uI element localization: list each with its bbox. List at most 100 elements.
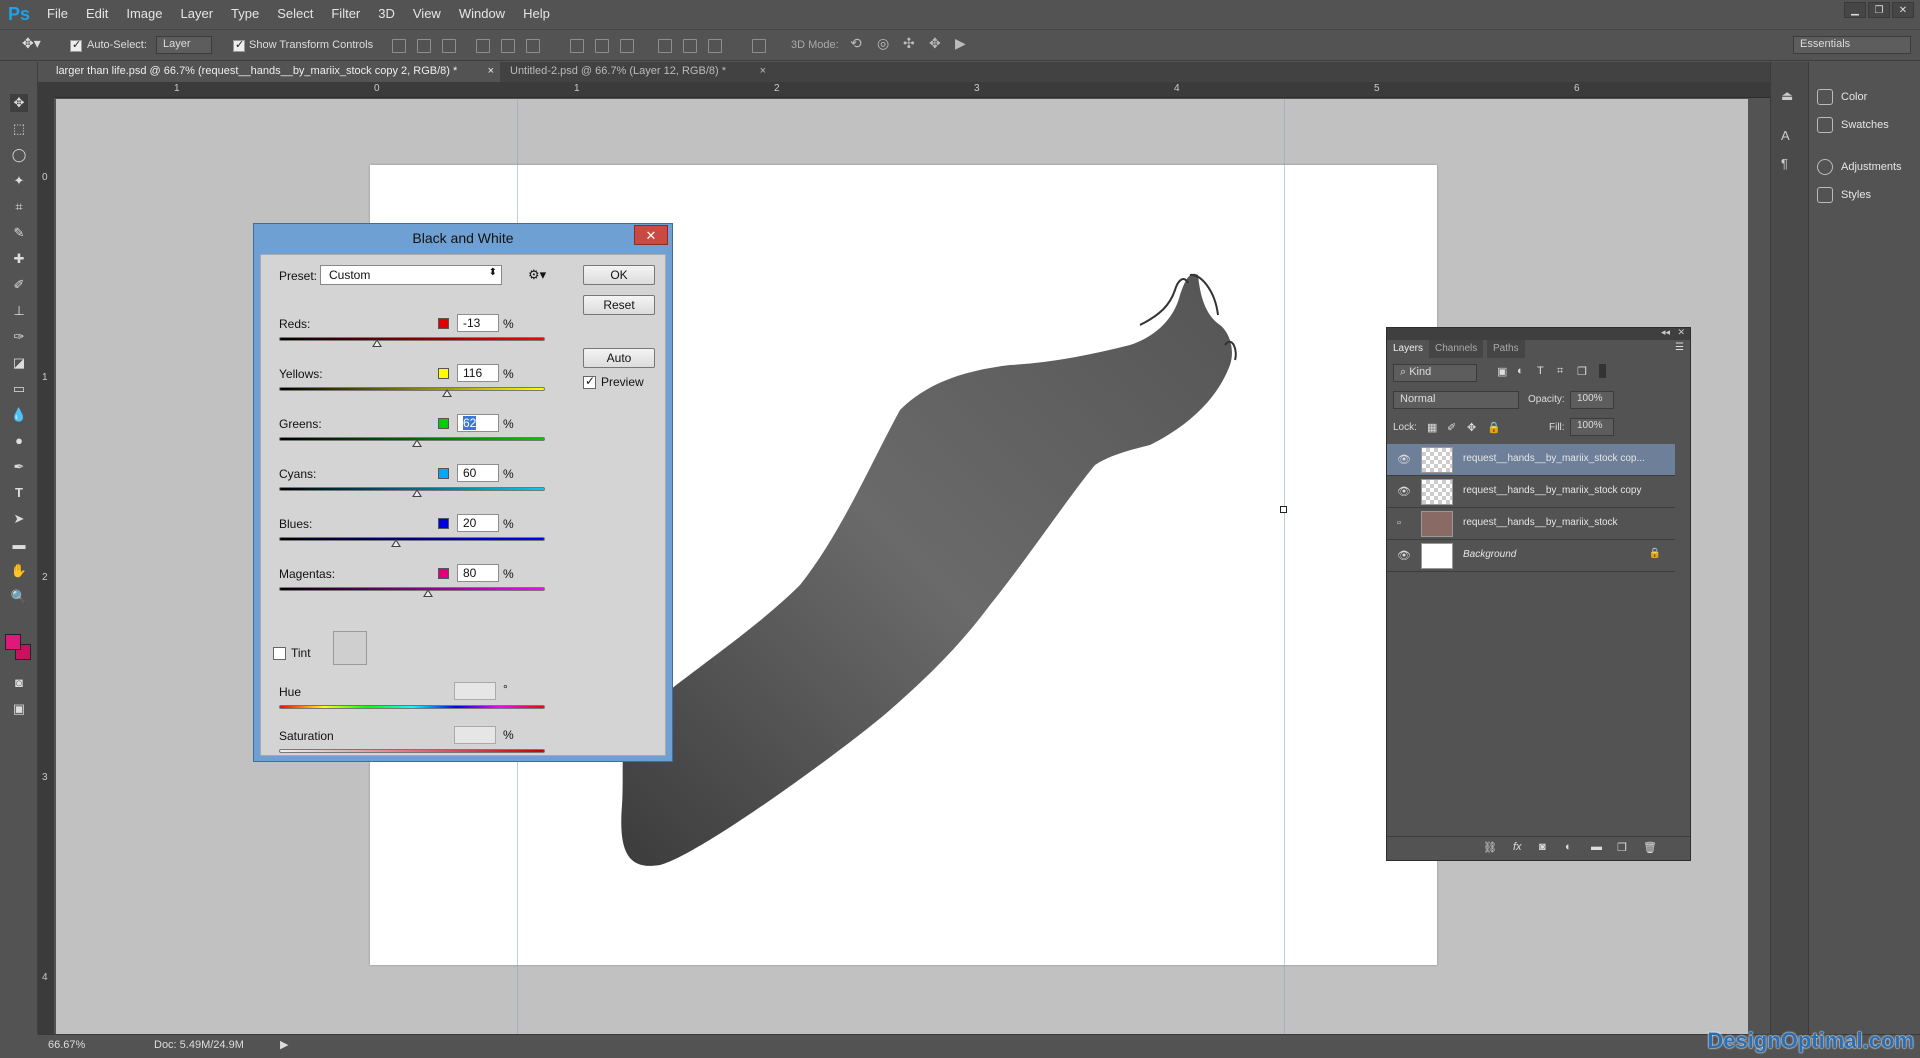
- tab-channels[interactable]: Channels: [1429, 340, 1484, 358]
- distribute-left-icon[interactable]: [658, 39, 672, 53]
- slider-thumb[interactable]: [391, 539, 402, 547]
- menu-filter[interactable]: Filter: [322, 0, 369, 28]
- 3d-roll-icon[interactable]: ◎: [877, 35, 889, 52]
- dodge-tool-icon[interactable]: ●: [10, 432, 28, 450]
- distribute-top-icon[interactable]: [570, 39, 584, 53]
- pen-tool-icon[interactable]: ✒: [10, 458, 28, 476]
- close-tab-icon[interactable]: ×: [488, 65, 494, 77]
- layer-row[interactable]: 👁 request__hands__by_mariix_stock copy: [1387, 476, 1675, 508]
- tint-checkbox[interactable]: [273, 647, 286, 660]
- filter-type-icon[interactable]: T: [1537, 365, 1544, 377]
- transform-controls-checkbox[interactable]: [233, 38, 245, 52]
- close-panel-icon[interactable]: ✕: [1677, 327, 1685, 338]
- distribute-right-icon[interactable]: [708, 39, 722, 53]
- fx-icon[interactable]: fx: [1513, 841, 1522, 853]
- layer-row[interactable]: ▫ request__hands__by_mariix_stock: [1387, 508, 1675, 540]
- new-layer-icon[interactable]: ❐: [1617, 841, 1627, 854]
- brush-tool-icon[interactable]: ✐: [10, 276, 28, 294]
- marquee-tool-icon[interactable]: ⬚: [10, 120, 28, 138]
- distribute-bottom-icon[interactable]: [620, 39, 634, 53]
- gear-icon[interactable]: ⚙▾: [528, 267, 546, 283]
- visibility-off-icon[interactable]: ▫: [1397, 517, 1401, 529]
- 3d-pan-icon[interactable]: ✣: [903, 35, 915, 52]
- align-bottom-icon[interactable]: [442, 39, 456, 53]
- slider-value-field[interactable]: 20: [457, 514, 499, 532]
- blend-mode-dropdown[interactable]: Normal: [1393, 391, 1519, 409]
- hue-field[interactable]: [454, 682, 496, 700]
- tab-layers[interactable]: Layers: [1387, 340, 1430, 358]
- new-adjustment-icon[interactable]: ◐: [1565, 841, 1572, 853]
- slider-thumb[interactable]: [412, 439, 423, 447]
- slider-track[interactable]: [279, 337, 545, 341]
- auto-align-icon[interactable]: [752, 39, 766, 53]
- hand-tool-icon[interactable]: ✋: [10, 562, 28, 580]
- collapse-icon[interactable]: ◂◂: [1661, 327, 1670, 338]
- slider-thumb[interactable]: [372, 339, 383, 347]
- eye-icon[interactable]: 👁: [1397, 453, 1411, 466]
- menu-view[interactable]: View: [404, 0, 450, 28]
- tab-paths[interactable]: Paths: [1487, 340, 1525, 358]
- move-tool-icon[interactable]: ✥▾: [22, 35, 41, 52]
- slider-track[interactable]: [279, 387, 545, 391]
- eyedropper-icon[interactable]: ✎: [10, 224, 28, 242]
- reset-button[interactable]: Reset: [583, 295, 655, 315]
- align-left-icon[interactable]: [476, 39, 490, 53]
- color-panel-button[interactable]: Color: [1817, 86, 1867, 108]
- auto-button[interactable]: Auto: [583, 348, 655, 368]
- preset-dropdown[interactable]: Custom ⬍: [320, 265, 502, 285]
- tint-color-swatch[interactable]: [333, 631, 367, 665]
- status-menu-arrow-icon[interactable]: ▶: [280, 1038, 288, 1051]
- history-icon[interactable]: ⏏: [1781, 88, 1797, 104]
- align-hcenter-icon[interactable]: [501, 39, 515, 53]
- 3d-scale-icon[interactable]: ▶: [955, 35, 966, 52]
- eye-icon[interactable]: 👁: [1397, 549, 1411, 562]
- menu-window[interactable]: Window: [450, 0, 514, 28]
- character-icon[interactable]: A: [1781, 128, 1797, 144]
- layer-row[interactable]: 👁 request__hands__by_mariix_stock cop...: [1387, 444, 1675, 476]
- quick-mask-icon[interactable]: ◙: [10, 674, 28, 692]
- guide-line[interactable]: [1284, 99, 1285, 1034]
- lock-position-icon[interactable]: ✥: [1467, 421, 1476, 434]
- align-vcenter-icon[interactable]: [417, 39, 431, 53]
- zoom-level[interactable]: 66.67%: [48, 1039, 85, 1051]
- restore-button[interactable]: ❐: [1868, 2, 1890, 18]
- align-right-icon[interactable]: [526, 39, 540, 53]
- eraser-icon[interactable]: ◪: [10, 354, 28, 372]
- slider-thumb[interactable]: [412, 489, 423, 497]
- crop-tool-icon[interactable]: ⌗: [10, 198, 28, 216]
- slider-thumb[interactable]: [441, 389, 452, 397]
- layer-row[interactable]: 👁 Background 🔒: [1387, 540, 1675, 572]
- lock-pixels-icon[interactable]: ✐: [1447, 421, 1456, 434]
- adjustments-panel-button[interactable]: Adjustments: [1817, 156, 1902, 178]
- ok-button[interactable]: OK: [583, 265, 655, 285]
- filter-adjustment-icon[interactable]: ◐: [1517, 365, 1524, 377]
- blur-tool-icon[interactable]: 💧: [10, 406, 28, 424]
- filter-toggle[interactable]: [1599, 364, 1606, 378]
- filter-kind-dropdown[interactable]: ⌕ Kind: [1393, 364, 1477, 382]
- 3d-rotate-icon[interactable]: ⟲: [850, 35, 862, 52]
- slider-track[interactable]: [279, 587, 545, 591]
- close-tab-icon[interactable]: ×: [760, 65, 766, 77]
- slider-value-field[interactable]: -13: [457, 314, 499, 332]
- preview-checkbox[interactable]: ✓: [583, 374, 596, 389]
- panel-menu-icon[interactable]: ☰: [1675, 342, 1684, 353]
- slider-value-field[interactable]: 60: [457, 464, 499, 482]
- swatches-panel-button[interactable]: Swatches: [1817, 114, 1889, 136]
- dialog-close-button[interactable]: ✕: [634, 225, 668, 245]
- shape-tool-icon[interactable]: ▬: [10, 536, 28, 554]
- slider-value-field[interactable]: 80: [457, 564, 499, 582]
- magic-wand-icon[interactable]: ✦: [10, 172, 28, 190]
- gradient-tool-icon[interactable]: ▭: [10, 380, 28, 398]
- filter-pixel-icon[interactable]: ▣: [1497, 365, 1507, 378]
- slider-thumb[interactable]: [422, 589, 433, 597]
- tab-untitled-2[interactable]: Untitled-2.psd @ 66.7% (Layer 12, RGB/8)…: [502, 62, 772, 82]
- slider-value-field[interactable]: 62: [457, 414, 499, 432]
- hue-slider[interactable]: [279, 705, 545, 709]
- slider-track[interactable]: [279, 537, 545, 541]
- eye-icon[interactable]: 👁: [1397, 485, 1411, 498]
- styles-panel-button[interactable]: Styles: [1817, 184, 1871, 206]
- minimize-button[interactable]: ▁: [1844, 2, 1866, 18]
- clone-stamp-icon[interactable]: ⊥: [10, 302, 28, 320]
- new-group-icon[interactable]: ▬: [1591, 841, 1602, 853]
- path-select-icon[interactable]: ➤: [10, 510, 28, 528]
